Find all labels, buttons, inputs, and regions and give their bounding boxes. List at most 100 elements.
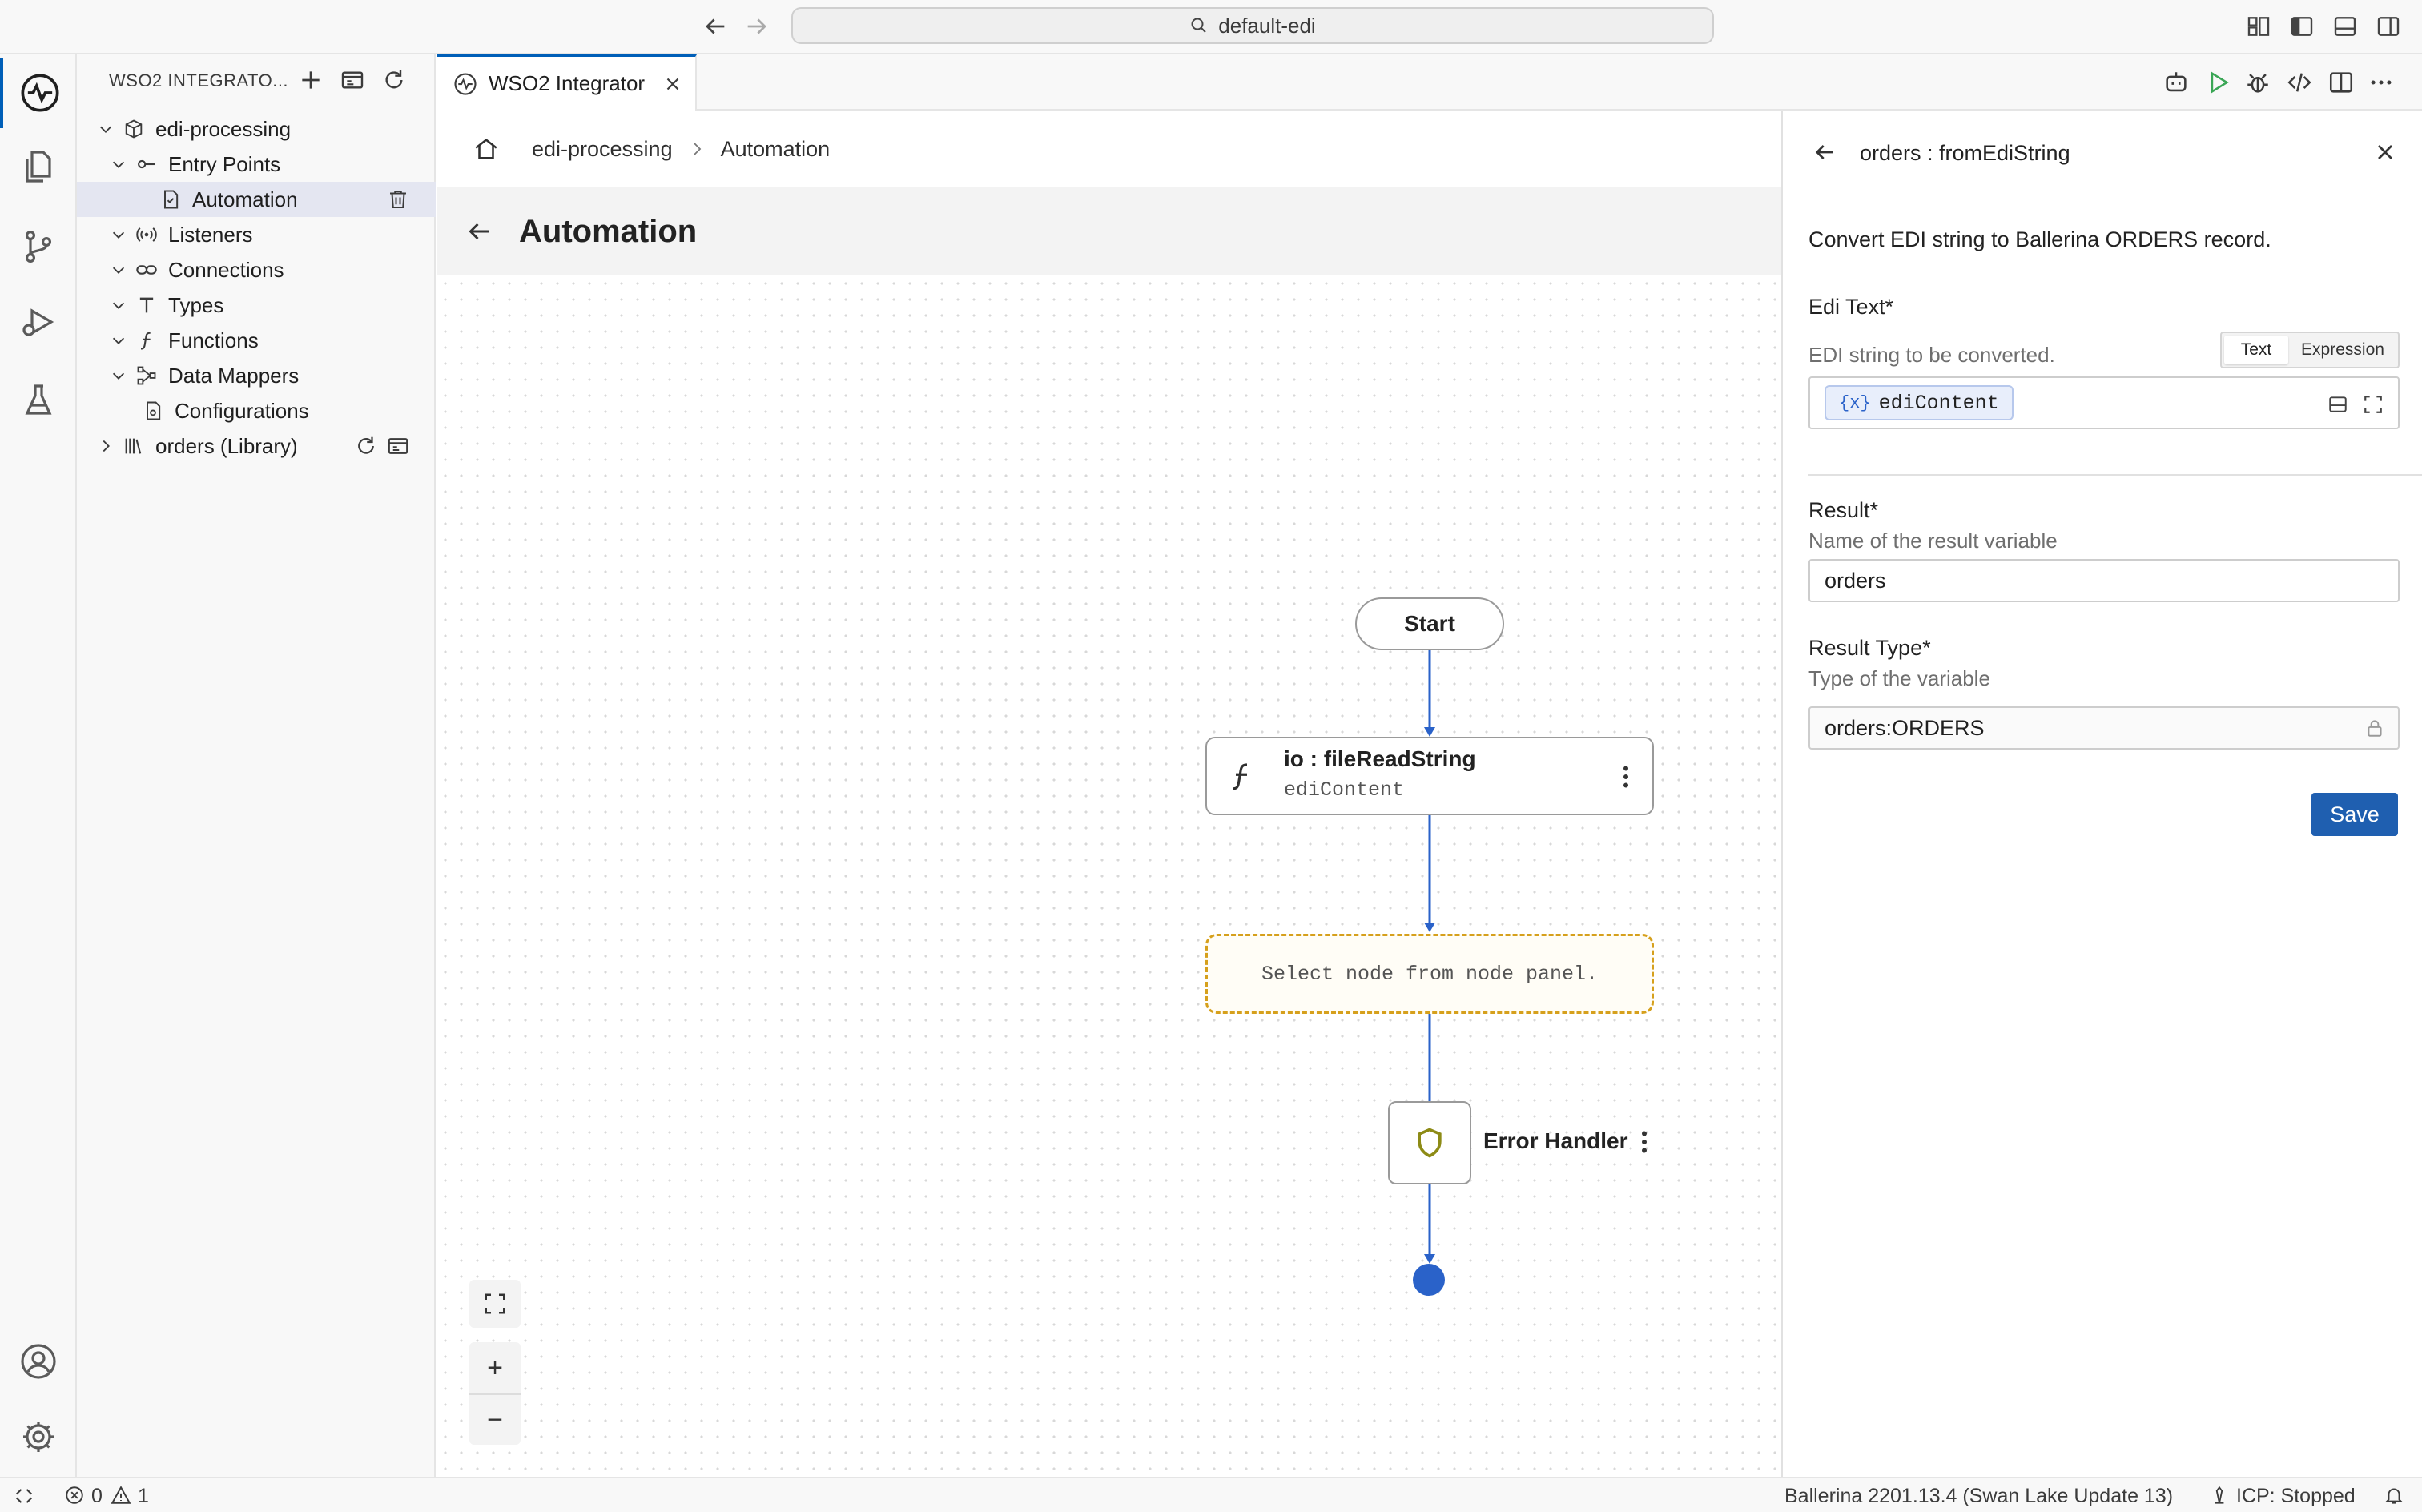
tree-label-data-mappers: Data Mappers [168, 363, 300, 388]
node-config-panel: orders : fromEdiString Convert EDI strin… [1781, 111, 2422, 1477]
error-circle-icon[interactable] [64, 1485, 85, 1506]
link-icon [135, 258, 159, 282]
tree-item-data-mappers[interactable]: Data Mappers [77, 358, 436, 393]
tree-item-connections[interactable]: Connections [77, 252, 436, 288]
customize-layout-icon[interactable] [2246, 14, 2271, 39]
zoom-in-button[interactable]: + [487, 1342, 503, 1393]
close-icon[interactable] [2372, 139, 2398, 165]
accounts-icon[interactable] [0, 1326, 77, 1397]
debug-bug-icon[interactable] [2244, 69, 2271, 96]
tree-item-project[interactable]: edi-processing [77, 111, 436, 147]
warning-triangle-icon[interactable] [111, 1485, 131, 1506]
more-actions-icon[interactable] [2368, 69, 2395, 96]
view-header: Automation [437, 187, 1781, 275]
error-handler-menu-icon[interactable] [1634, 1128, 1655, 1156]
shield-icon [1412, 1125, 1447, 1160]
function-icon [135, 328, 159, 352]
error-handler-node[interactable] [1388, 1101, 1471, 1184]
wso2-integrator-icon [453, 72, 477, 96]
error-handler-label: Error Handler [1483, 1128, 1628, 1153]
start-node-label: Start [1404, 611, 1455, 636]
refresh-icon[interactable] [381, 67, 407, 93]
open-overview-icon[interactable] [340, 67, 365, 93]
title-bar: default-edi [0, 0, 2422, 54]
run-debug-icon[interactable] [0, 287, 77, 357]
back-arrow-icon[interactable] [1812, 139, 1837, 165]
wso2-integrator-activity-icon[interactable] [0, 58, 77, 128]
refresh-icon[interactable] [354, 434, 378, 458]
icp-icon [2209, 1485, 2230, 1506]
breadcrumb-project[interactable]: edi-processing [532, 137, 673, 162]
tree-item-configurations[interactable]: Configurations [77, 393, 436, 428]
library-books-icon [122, 434, 146, 458]
remote-indicator-icon[interactable] [13, 1485, 35, 1507]
add-icon[interactable] [298, 67, 324, 93]
tree-item-functions[interactable]: Functions [77, 323, 436, 358]
explorer-files-icon[interactable] [0, 131, 77, 202]
fit-to-screen-button[interactable] [469, 1280, 521, 1328]
expand-editor-icon[interactable] [2363, 394, 2384, 415]
tree-label-automation: Automation [192, 187, 298, 211]
zoom-out-button[interactable]: − [469, 1393, 521, 1445]
open-helper-icon[interactable] [2327, 394, 2348, 415]
tree-item-library[interactable]: orders (Library) [77, 428, 436, 464]
tab-wso2-integrator[interactable]: WSO2 Integrator [437, 54, 697, 111]
back-arrow-icon[interactable] [702, 13, 729, 40]
result-input[interactable]: orders [1808, 559, 2400, 602]
toggle-primary-sidebar-icon[interactable] [2289, 14, 2315, 39]
home-icon[interactable] [473, 135, 500, 163]
open-overview-icon[interactable] [386, 434, 410, 458]
function-node-subtitle: ediContent [1284, 778, 1405, 802]
tree-item-entry-points[interactable]: Entry Points [77, 147, 436, 182]
tree-item-types[interactable]: Types [77, 288, 436, 323]
diagram-canvas[interactable] [437, 275, 1781, 1477]
result-hint: Name of the result variable [1808, 529, 2058, 553]
forward-arrow-icon[interactable] [743, 13, 770, 40]
function-call-node[interactable]: io : fileReadString ediContent [1205, 737, 1654, 815]
start-node[interactable]: Start [1355, 597, 1504, 650]
split-editor-icon[interactable] [2327, 69, 2355, 96]
ballerina-version[interactable]: Ballerina 2201.13.4 (Swan Lake Update 13… [1784, 1485, 2173, 1508]
mode-text-button[interactable]: Text [2224, 336, 2288, 364]
chevron-down-icon [95, 118, 117, 140]
back-arrow-icon[interactable] [465, 217, 493, 246]
warning-count[interactable]: 1 [138, 1485, 149, 1508]
error-count[interactable]: 0 [91, 1485, 103, 1508]
toggle-panel-icon[interactable] [2332, 14, 2358, 39]
panel-title: orders : fromEdiString [1860, 141, 2070, 165]
command-center[interactable]: default-edi [791, 7, 1714, 44]
result-type-input: orders:ORDERS [1808, 706, 2400, 750]
empty-node-placeholder[interactable]: Select node from node panel. [1205, 934, 1654, 1014]
lock-icon [2364, 718, 2385, 738]
ai-chat-bot-icon[interactable] [2162, 69, 2190, 96]
tree-label-library: orders (Library) [155, 433, 298, 458]
variable-chip[interactable]: {x} ediContent [1825, 385, 2014, 420]
save-button-label: Save [2330, 802, 2380, 826]
delete-trash-icon[interactable] [386, 187, 410, 211]
zoom-controls: + − [469, 1342, 521, 1445]
notifications-bell-icon[interactable] [2384, 1485, 2404, 1506]
tree-item-listeners[interactable]: Listeners [77, 217, 436, 252]
tree-label-listeners: Listeners [168, 222, 253, 247]
run-play-icon[interactable] [2204, 69, 2231, 96]
toggle-secondary-sidebar-icon[interactable] [2376, 14, 2401, 39]
settings-gear-icon[interactable] [0, 1401, 77, 1472]
save-button[interactable]: Save [2311, 793, 2398, 836]
search-icon [1189, 16, 1209, 35]
show-source-code-icon[interactable] [2286, 69, 2313, 96]
tree-label-functions: Functions [168, 328, 259, 352]
node-menu-kebab-icon[interactable] [1614, 762, 1638, 791]
result-label: Result* [1808, 498, 1879, 522]
chevron-right-icon [687, 139, 706, 159]
mode-expression-button[interactable]: Expression [2290, 336, 2396, 364]
tree-item-automation[interactable]: Automation [77, 182, 436, 217]
edi-text-field[interactable]: {x} ediContent [1808, 376, 2400, 429]
testing-flask-icon[interactable] [0, 365, 77, 436]
page-title: Automation [519, 213, 698, 249]
edi-text-label: Edi Text* [1808, 295, 1894, 319]
fit-screen-icon [483, 1292, 507, 1316]
source-control-icon[interactable] [0, 211, 77, 282]
icp-status[interactable]: ICP: Stopped [2236, 1485, 2356, 1508]
variable-chip-prefix: {x} [1839, 392, 1871, 413]
close-tab-icon[interactable] [662, 74, 683, 94]
